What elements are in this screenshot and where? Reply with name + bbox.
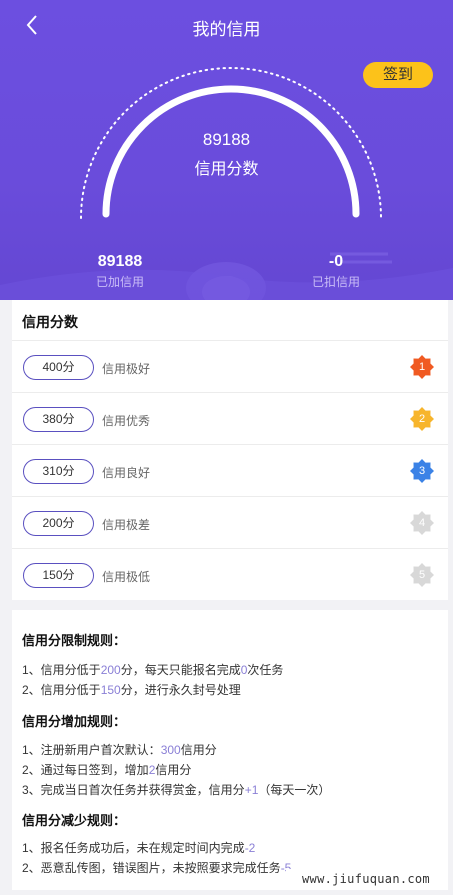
rank-badge-number: 5 (418, 569, 426, 581)
rule-text: 分，每天只能报名完成 (120, 663, 241, 677)
rank-badge-icon: 4 (410, 511, 434, 535)
rule-highlight: +1 (244, 783, 259, 797)
rank-badge-number: 4 (418, 517, 426, 529)
level-score-pill: 310分 (23, 459, 94, 484)
level-row: 310分 信用良好 3 (12, 444, 448, 496)
rule-text: 2、信用分低于 (22, 683, 101, 697)
rule-highlight: -2 (244, 841, 256, 855)
level-score-pill: 200分 (23, 511, 94, 536)
credit-score-label: 信用分数 (194, 161, 259, 178)
level-label: 信用极差 (102, 518, 151, 532)
site-watermark: www.jiufuquan.com (286, 869, 446, 889)
credit-rules-card: 信用分限制规则： 1、信用分低于200分，每天只能报名完成0次任务 2、信用分低… (12, 610, 448, 890)
level-row: 200分 信用极差 4 (12, 496, 448, 548)
rank-badge-number: 2 (418, 413, 426, 425)
rule-highlight: 150 (100, 683, 121, 697)
rank-badge-number: 1 (418, 361, 426, 373)
rule-text: （每天一次） (258, 783, 331, 797)
added-credit-label: 已加信用 (95, 275, 144, 289)
level-label: 信用优秀 (102, 414, 151, 428)
level-label: 信用良好 (102, 466, 151, 480)
credit-levels-card: 信用分数 400分 信用极好 1 380分 信用优秀 2 310分 信用良好 3… (12, 300, 448, 600)
rank-badge-icon: 2 (410, 407, 434, 431)
rule-highlight: 200 (100, 663, 121, 677)
limit-rules-title: 信用分限制规则： (22, 633, 127, 648)
add-rule-1: 1、注册新用户首次默认：300信用分 (22, 741, 217, 758)
rule-text: 2、恶意乱传图，错误图片，未按照要求完成任务 (22, 861, 281, 875)
add-rule-2: 2、通过每日签到，增加2信用分 (22, 761, 191, 778)
level-row: 150分 信用极低 5 (12, 548, 448, 600)
rule-text: 1、注册新用户首次默认： (22, 743, 161, 757)
limit-rule-1: 1、信用分低于200分，每天只能报名完成0次任务 (22, 661, 283, 678)
gauge-progress-arc (102, 85, 360, 218)
level-label: 信用极好 (102, 362, 151, 376)
reduce-rule-1: 1、报名任务成功后，未在规定时间内完成-2 (22, 839, 255, 856)
deducted-credit-stat: -0 已扣信用 (276, 253, 396, 290)
rule-text: 次任务 (247, 663, 284, 677)
add-rule-3: 3、完成当日首次任务并获得赏金，信用分+1（每天一次） (22, 781, 330, 798)
levels-title: 信用分数 (22, 314, 78, 330)
rule-text: 2、通过每日签到，增加 (22, 763, 149, 777)
reduce-rule-2: 2、恶意乱传图，错误图片，未按照要求完成任务-5 (22, 859, 291, 876)
rule-text: 分，进行永久封号处理 (120, 683, 241, 697)
level-score-pill: 380分 (23, 407, 94, 432)
rank-badge-icon: 1 (410, 355, 434, 379)
add-rules-title: 信用分增加规则： (22, 714, 127, 729)
rank-badge-number: 3 (418, 465, 426, 477)
level-row: 400分 信用极好 1 (12, 340, 448, 392)
deducted-credit-value: -0 (328, 253, 344, 270)
rule-text: 1、信用分低于 (22, 663, 101, 677)
rule-text: 信用分 (180, 743, 217, 757)
rank-badge-icon: 5 (410, 563, 434, 587)
added-credit-stat: 89188 已加信用 (60, 253, 180, 290)
rule-text: 1、报名任务成功后，未在规定时间内完成 (22, 841, 245, 855)
level-score-pill: 400分 (23, 355, 94, 380)
limit-rule-2: 2、信用分低于150分，进行永久封号处理 (22, 681, 241, 698)
added-credit-value: 89188 (97, 253, 143, 270)
level-label: 信用极低 (102, 570, 151, 584)
reduce-rules-title: 信用分减少规则： (22, 813, 127, 828)
deducted-credit-label: 已扣信用 (311, 275, 360, 289)
sign-in-button[interactable]: 签到 (363, 62, 433, 88)
level-row: 380分 信用优秀 2 (12, 392, 448, 444)
credit-header: 我的信用 签到 89188 信用分数 89188 已加信用 -0 已扣信用 (0, 0, 453, 300)
rule-highlight: 300 (160, 743, 181, 757)
level-score-pill: 150分 (23, 563, 94, 588)
credit-score-value: 89188 (202, 130, 251, 149)
rule-text: 信用分 (155, 763, 192, 777)
rule-text: 3、完成当日首次任务并获得赏金，信用分 (22, 783, 245, 797)
rank-badge-icon: 3 (410, 459, 434, 483)
